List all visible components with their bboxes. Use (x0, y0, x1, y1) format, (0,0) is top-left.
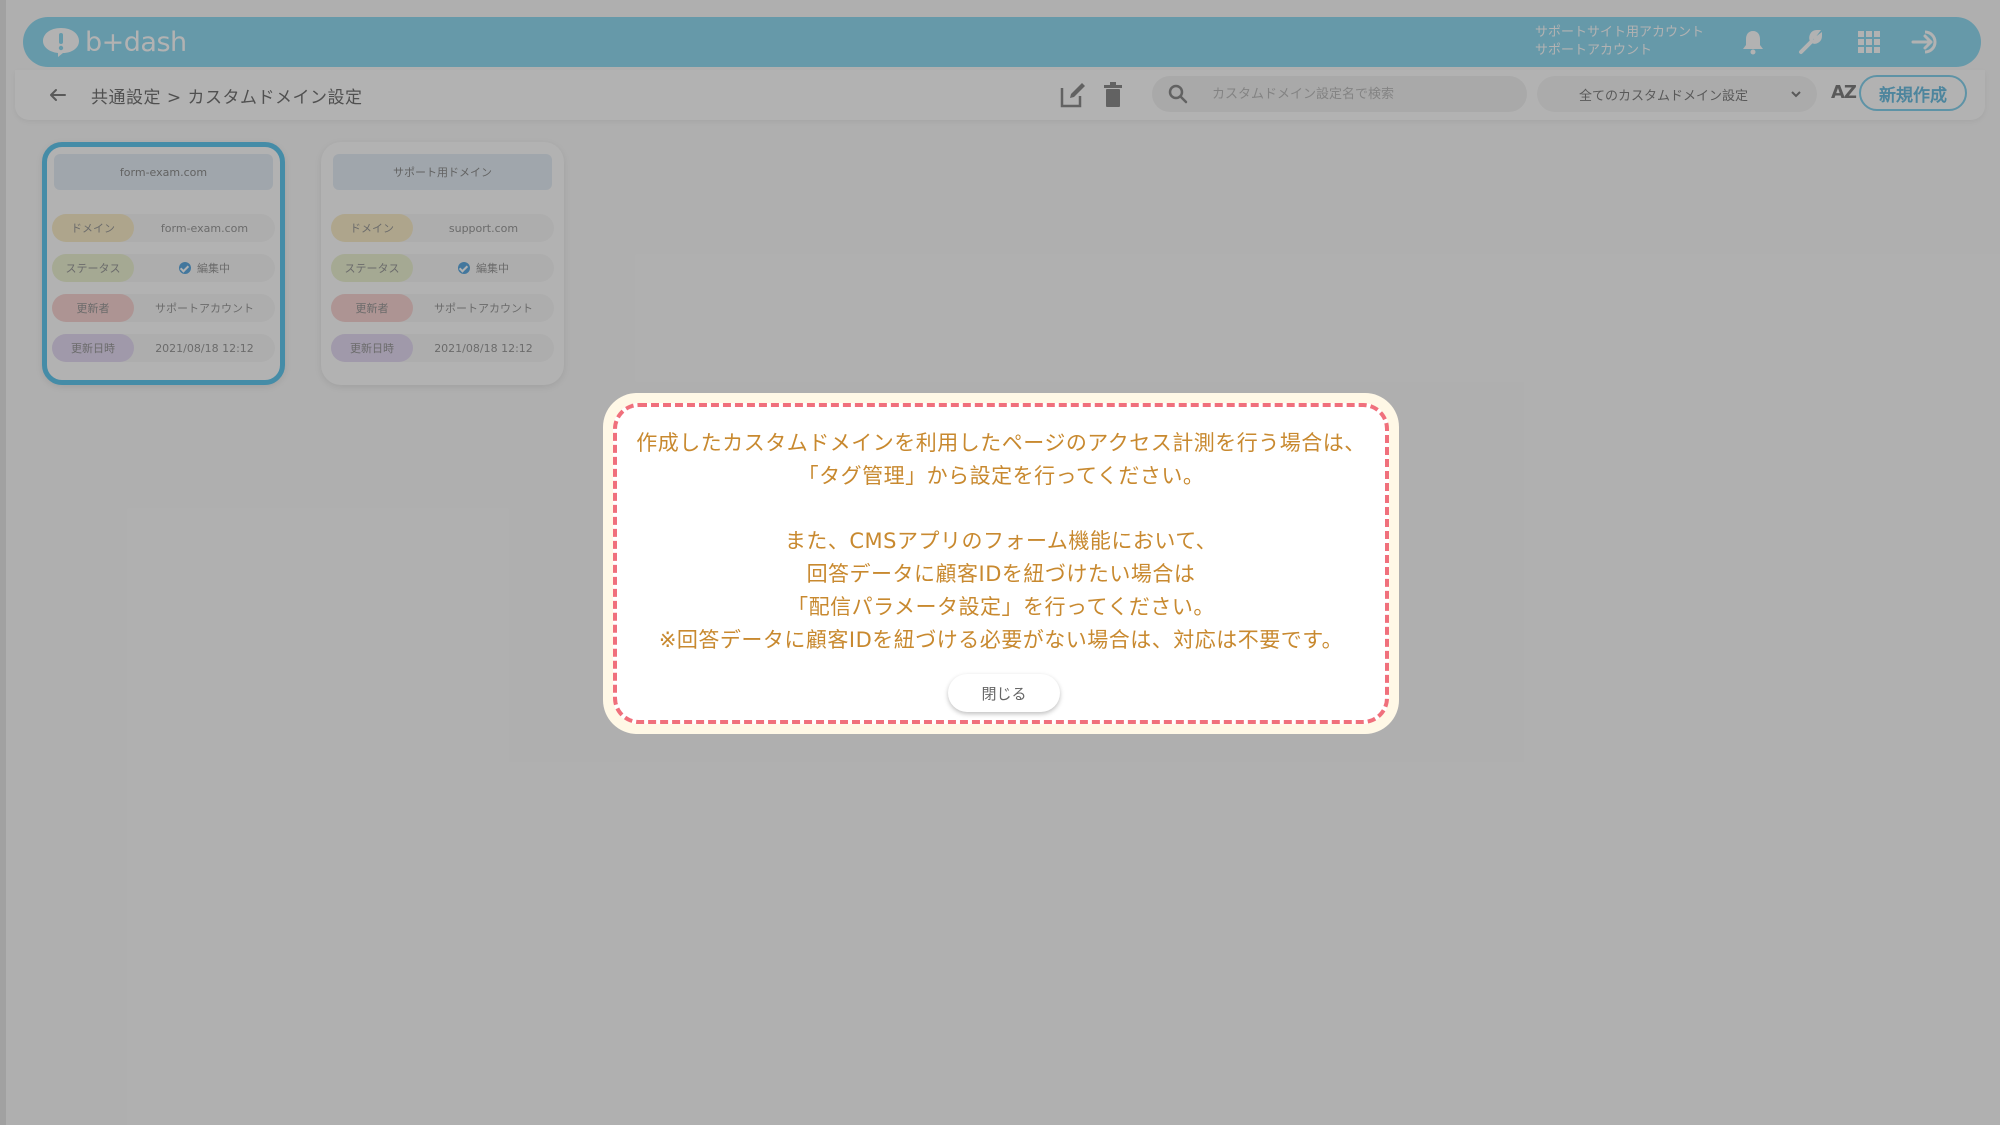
close-button[interactable]: 閉じる (948, 674, 1060, 712)
message-line: また、CMSアプリのフォーム機能において、 (784, 529, 1218, 553)
message-line: 「タグ管理」から設定を行ってください。 (797, 464, 1205, 488)
message-line: 作成したカスタムドメインを利用したページのアクセス計測を行う場合は、 (636, 431, 1366, 455)
message-line: 回答データに顧客IDを紐づけたい場合は (806, 562, 1196, 586)
message-line: ※回答データに顧客IDを紐づける必要がない場合は、対応は不要です。 (658, 628, 1344, 652)
info-dialog: 作成したカスタムドメインを利用したページのアクセス計測を行う場合は、 「タグ管理… (603, 393, 1399, 734)
window-edge (0, 0, 6, 1125)
dialog-body: 作成したカスタムドメインを利用したページのアクセス計測を行う場合は、 「タグ管理… (613, 403, 1389, 724)
dialog-message: 作成したカスタムドメインを利用したページのアクセス計測を行う場合は、 「タグ管理… (617, 427, 1385, 657)
message-line: 「配信パラメータ設定」を行ってください。 (787, 595, 1215, 619)
